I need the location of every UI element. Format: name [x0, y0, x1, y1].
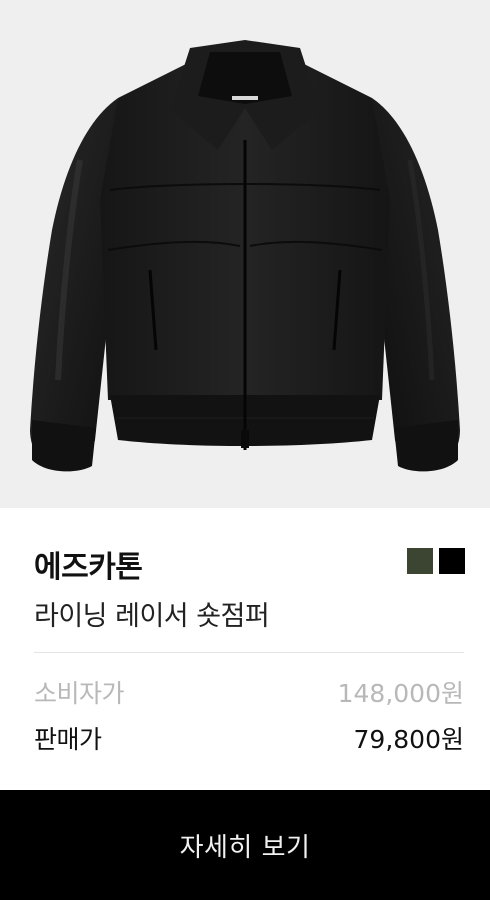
color-swatch-olive[interactable]	[407, 548, 433, 574]
sale-price-row: 판매가 79,800원	[34, 720, 464, 756]
product-image[interactable]	[0, 0, 490, 508]
jacket-illustration	[30, 40, 460, 472]
view-details-button[interactable]: 자세히 보기	[0, 790, 490, 900]
retail-price-label: 소비자가	[34, 679, 125, 708]
color-swatches	[407, 548, 465, 574]
product-title[interactable]: 라이닝 레이서 숏점퍼	[34, 594, 270, 633]
retail-price-value: 148,000원	[337, 679, 464, 708]
brand-name[interactable]: 에즈카톤	[34, 542, 143, 586]
divider	[34, 652, 464, 653]
color-swatch-black[interactable]	[439, 548, 465, 574]
sale-price-label: 판매가	[34, 725, 102, 754]
sale-price-value: 79,800원	[353, 725, 464, 754]
product-card: 에즈카톤 라이닝 레이서 숏점퍼 소비자가 148,000원 판매가 79,80…	[0, 0, 490, 900]
product-info: 에즈카톤 라이닝 레이서 숏점퍼 소비자가 148,000원 판매가 79,80…	[0, 508, 490, 790]
retail-price-row: 소비자가 148,000원	[34, 674, 464, 710]
